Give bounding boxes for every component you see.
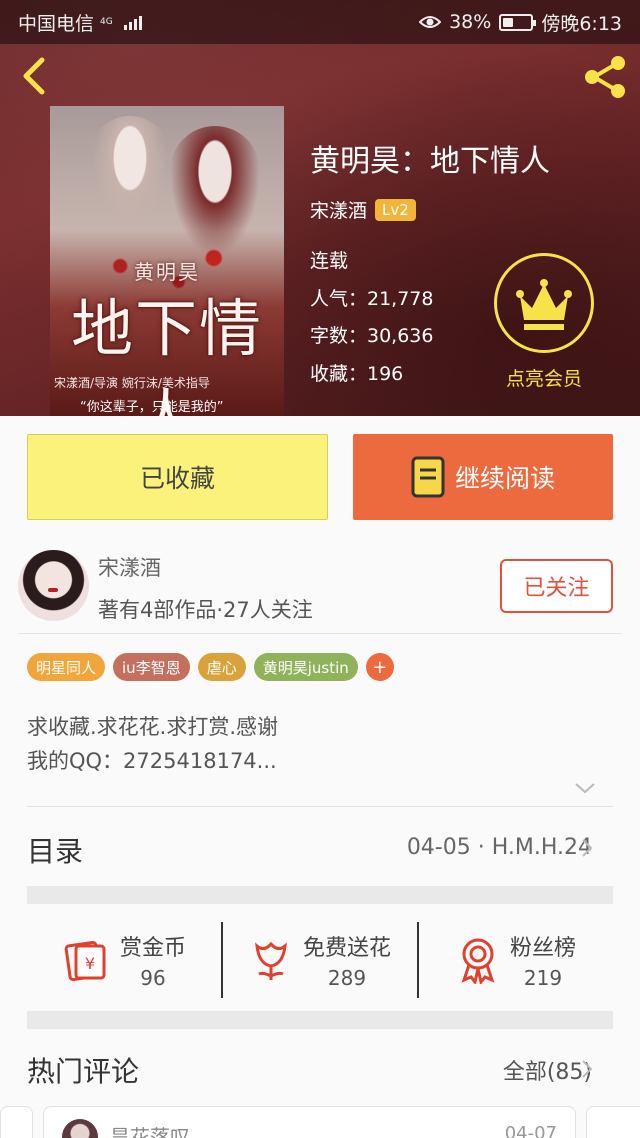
book-author-line: 宋漾酒 Lv2 bbox=[310, 196, 416, 223]
back-arrow-icon bbox=[23, 57, 45, 95]
comment-card-next[interactable] bbox=[586, 1106, 640, 1138]
stat-label: 粉丝榜 bbox=[509, 936, 576, 961]
share-icon bbox=[585, 56, 625, 98]
author-avatar[interactable] bbox=[18, 550, 89, 621]
vip-label[interactable]: 点亮会员 bbox=[488, 364, 600, 391]
tag-list: 明星同人 iu李智恩 虐心 黄明昊justin + bbox=[27, 653, 394, 681]
network-type: 4G bbox=[100, 16, 113, 27]
comment-card[interactable]: 昙花落叹 04-07 bbox=[43, 1106, 576, 1138]
stat-label: 免费送花 bbox=[302, 936, 391, 961]
comment-date: 04-07 bbox=[504, 1123, 557, 1138]
back-button[interactable] bbox=[14, 54, 58, 98]
red-envelope-icon: ¥ bbox=[64, 940, 106, 982]
reward-stats: ¥ 赏金币 96 免费送花 289 粉丝榜 219 bbox=[27, 922, 613, 998]
stat-label: 赏金币 bbox=[119, 936, 186, 961]
tag-chip[interactable]: iu李智恩 bbox=[113, 653, 190, 681]
book-header: 中国电信 4G 38% 傍晚6:13 黄明昊 地下情人 宋漾酒/导演 婉行沫/美… bbox=[0, 0, 640, 416]
book-author[interactable]: 宋漾酒 bbox=[310, 196, 367, 223]
signal-icon bbox=[124, 14, 143, 30]
book-description: 求收藏.求花花.求打赏.感谢 我的QQ：2725418174... bbox=[27, 710, 278, 778]
continue-reading-button[interactable]: 继续阅读 bbox=[353, 434, 613, 520]
send-flower-button[interactable]: 免费送花 289 bbox=[221, 922, 417, 998]
chevron-right-icon[interactable] bbox=[580, 1058, 594, 1080]
fan-rank-button[interactable]: 粉丝榜 219 bbox=[417, 922, 613, 998]
favorited-label: 已收藏 bbox=[139, 464, 215, 493]
book-popularity: 人气：21,778 bbox=[310, 288, 434, 310]
clock: 傍晚6:13 bbox=[541, 12, 622, 35]
tag-chip[interactable]: 明星同人 bbox=[27, 653, 106, 681]
cover-credit: 宋漾酒/导演 婉行沫/美术指导 bbox=[54, 376, 210, 390]
commenter-name: 昙花落叹 bbox=[110, 1125, 190, 1138]
follow-button[interactable]: 已关注 bbox=[500, 559, 613, 613]
add-tag-button[interactable]: + bbox=[365, 653, 394, 681]
eye-icon bbox=[419, 16, 442, 28]
description-line: 求收藏.求花花.求打赏.感谢 bbox=[27, 715, 279, 739]
divider bbox=[27, 806, 613, 807]
book-title: 黄明昊：地下情人 bbox=[310, 144, 550, 179]
chevron-right-icon[interactable] bbox=[580, 837, 594, 859]
status-bar: 中国电信 4G 38% 傍晚6:13 bbox=[0, 0, 640, 44]
book-cover[interactable]: 黄明昊 地下情人 宋漾酒/导演 婉行沫/美术指导 “你这辈子，只能是我的” bbox=[50, 106, 284, 416]
tag-chip[interactable]: 黄明昊justin bbox=[253, 653, 358, 681]
stat-value: 96 bbox=[140, 966, 166, 990]
vip-button[interactable] bbox=[494, 253, 594, 353]
reward-coins-button[interactable]: ¥ 赏金币 96 bbox=[27, 922, 221, 998]
section-separator bbox=[27, 1011, 613, 1029]
cover-quote: “你这辈子，只能是我的” bbox=[80, 400, 224, 415]
all-comments-link[interactable]: 全部(85) bbox=[503, 1054, 592, 1086]
carrier-label: 中国电信 bbox=[18, 12, 95, 35]
chevron-down-icon bbox=[575, 783, 595, 794]
favorited-button[interactable]: 已收藏 bbox=[27, 434, 328, 520]
commenter-avatar[interactable] bbox=[62, 1119, 98, 1138]
catalog-latest-chapter[interactable]: 04-05 · H.M.H.24 bbox=[407, 835, 592, 860]
catalog-title[interactable]: 目录 bbox=[27, 830, 83, 870]
divider bbox=[18, 633, 622, 634]
author-name[interactable]: 宋漾酒 bbox=[98, 552, 161, 582]
continue-reading-label: 继续阅读 bbox=[454, 464, 555, 493]
level-badge: Lv2 bbox=[375, 198, 416, 221]
book-favorites: 收藏：196 bbox=[310, 363, 404, 385]
comment-card-prev[interactable] bbox=[0, 1106, 33, 1138]
share-button[interactable] bbox=[582, 54, 630, 100]
svg-text:¥: ¥ bbox=[85, 954, 95, 973]
medal-icon bbox=[461, 938, 495, 984]
battery-percent: 38% bbox=[449, 11, 492, 33]
hot-comments-title: 热门评论 bbox=[27, 1055, 140, 1088]
battery-icon bbox=[499, 13, 537, 31]
follow-label: 已关注 bbox=[523, 576, 590, 601]
stat-value: 289 bbox=[327, 966, 367, 990]
stat-value: 219 bbox=[523, 966, 563, 990]
flower-icon bbox=[255, 941, 287, 980]
author-stats: 著有4部作品·27人关注 bbox=[98, 598, 313, 622]
tag-chip[interactable]: 虐心 bbox=[197, 653, 246, 681]
book-word-count: 字数：30,636 bbox=[310, 325, 434, 347]
description-line: 我的QQ：2725418174... bbox=[27, 749, 277, 773]
crown-icon bbox=[516, 279, 572, 330]
section-separator bbox=[27, 886, 613, 904]
book-icon bbox=[411, 456, 445, 498]
book-status: 连载 bbox=[310, 250, 349, 272]
expand-description-button[interactable] bbox=[574, 780, 596, 796]
